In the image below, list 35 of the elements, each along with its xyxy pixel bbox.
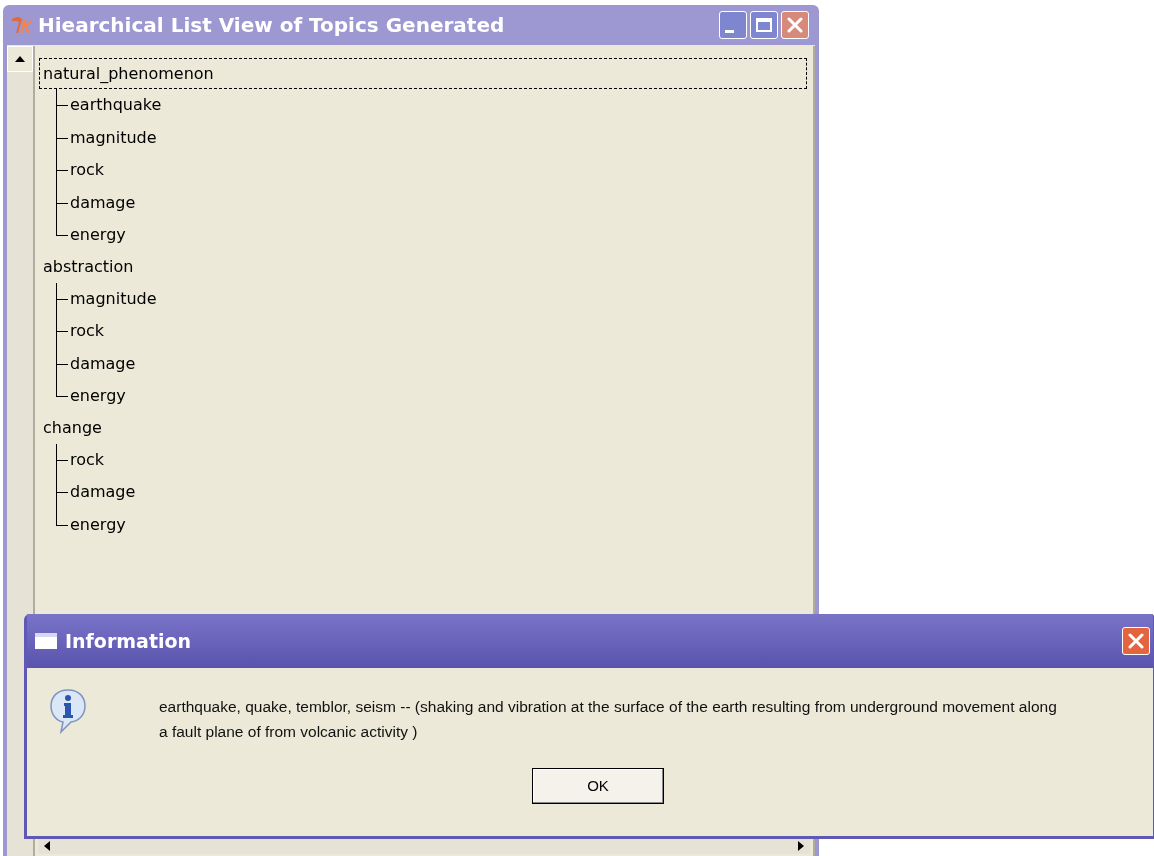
dialog-title: Information — [65, 628, 192, 654]
tree-item[interactable]: abstraction — [39, 251, 807, 283]
info-icon — [49, 688, 87, 736]
vertical-scrollbar[interactable] — [7, 46, 35, 856]
tree-item[interactable]: rock — [70, 323, 105, 340]
scroll-up-button[interactable] — [7, 46, 33, 72]
tree-item[interactable]: rock — [70, 451, 105, 468]
window-title: Hiearchical List View of Topics Generated — [38, 12, 505, 39]
right-arrow-icon — [798, 841, 804, 851]
tree-item[interactable]: energy — [70, 227, 126, 244]
close-button[interactable] — [1122, 627, 1150, 655]
minimize-icon — [724, 29, 734, 33]
tree-item[interactable]: damage — [70, 484, 136, 501]
tree-item[interactable]: natural_phenomenon — [39, 58, 807, 89]
close-icon — [1128, 633, 1144, 649]
tree-item[interactable]: energy — [70, 388, 126, 405]
left-arrow-icon — [44, 841, 50, 851]
up-arrow-icon — [15, 56, 25, 62]
feather-logo-icon — [10, 15, 34, 35]
tree-item[interactable]: magnitude — [70, 129, 157, 146]
maximize-icon — [756, 18, 772, 32]
tree-item[interactable]: change — [39, 412, 807, 444]
tree-item[interactable]: damage — [70, 355, 136, 372]
close-button[interactable] — [781, 11, 809, 39]
info-message: earthquake, quake, temblor, seism -- (shaking and vibration at the surface of the earth resulting from underground movement along a fault plane of from volcanic activity ) — [159, 697, 1058, 742]
tree-item[interactable]: rock — [70, 162, 105, 179]
close-icon — [787, 17, 803, 33]
ok-button[interactable]: OK — [532, 768, 664, 804]
tree-item[interactable]: energy — [70, 516, 126, 533]
tree-item[interactable]: damage — [70, 194, 136, 211]
minimize-button[interactable] — [719, 11, 747, 39]
maximize-button[interactable] — [750, 11, 778, 39]
window-icon — [35, 633, 57, 649]
tree-item[interactable]: magnitude — [70, 290, 157, 307]
tree-item[interactable]: earthquake — [70, 97, 162, 114]
